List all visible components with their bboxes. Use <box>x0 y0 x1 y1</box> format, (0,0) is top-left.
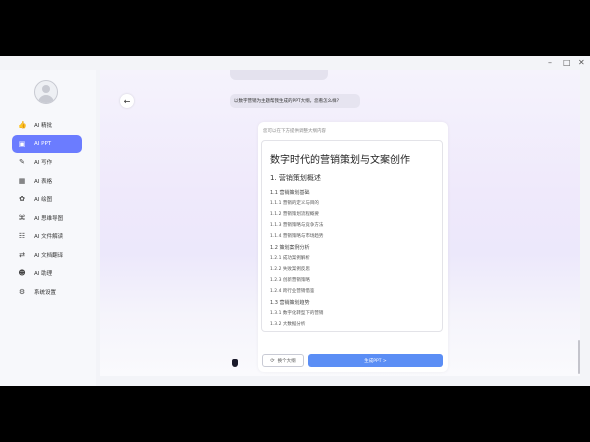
avatar-head-shape <box>42 85 50 93</box>
table-icon: ▦ <box>18 176 26 185</box>
sidebar: 👍 AI 精批 ▣ AI PPT ✎ AI 写作 ▦ AI 表格 ✿ AI 绘图 ⌘ AI 思维导图 ☷… <box>0 70 96 386</box>
sidebar-item-4[interactable]: ▦ AI 表格 <box>12 172 82 190</box>
sidebar-item-label: AI 写作 <box>34 160 53 166</box>
outline-subsection: 1.1.1 营销的定义与目的 <box>270 201 319 206</box>
sidebar-item-label: AI 文件解读 <box>34 234 64 240</box>
arrow-left-icon: ← <box>123 96 131 106</box>
outline-subsection: 1.1.2 营销策划流程概要 <box>270 212 319 217</box>
app-window: – □ ✕ 👍 AI 精批 ▣ AI PPT ✎ AI 写作 ▦ AI 表格 ✿ AI 绘图 ⌘ AI… <box>0 56 590 386</box>
thumb-up-icon: 👍 <box>18 121 27 129</box>
outline-subsection: 1.1.3 营销策略与竞争方法 <box>270 223 324 228</box>
sidebar-item-1[interactable]: 👍 AI 精批 <box>12 116 82 134</box>
outline-section: 1.2 策划案例分析 <box>270 245 310 251</box>
translate-icon: ⇄ <box>19 250 25 259</box>
sidebar-item-label: AI 绘图 <box>34 197 53 203</box>
sidebar-item-label: AI 表格 <box>34 178 53 185</box>
sidebar-item-6[interactable]: ⌘ AI 思维导图 <box>12 209 82 227</box>
sidebar-item-label: AI 文档翻译 <box>34 252 64 259</box>
title-bar: – □ ✕ <box>0 56 590 70</box>
pen-icon: ✎ <box>19 158 25 166</box>
generate-ppt-label: 生成PPT > <box>364 358 387 364</box>
sidebar-item-5[interactable]: ✿ AI 绘图 <box>12 190 82 208</box>
outline-subsection: 1.2.1 成功案例解析 <box>270 256 310 261</box>
sidebar-item-label: AI 精批 <box>34 123 53 129</box>
mindmap-icon: ⌘ <box>18 213 26 222</box>
outline-chapter-heading: 1. 营销策划概述 <box>270 174 321 182</box>
close-button[interactable]: ✕ <box>578 58 585 68</box>
maximize-button[interactable]: □ <box>563 58 571 68</box>
sidebar-item-label: 系统设置 <box>34 289 57 296</box>
file-read-icon: ☷ <box>18 232 26 240</box>
user-message-text: 以数字营销为主题帮我生成的PPT大纲，您看怎么样? <box>234 99 340 104</box>
minimize-button[interactable]: – <box>548 58 552 68</box>
outline-subsection: 1.3.1 数字化转型下的营销 <box>270 311 324 316</box>
regenerate-outline-label: 换个大纲 <box>277 358 296 364</box>
gear-icon: ⚙ <box>18 287 26 296</box>
main-panel: ← 以数字营销为主题帮我生成的PPT大纲，您看怎么样? 您可以在下方提供调整大纲… <box>100 70 580 376</box>
outline-subsection: 1.3.2 大数据分析 <box>270 322 306 327</box>
avatar[interactable] <box>34 80 58 104</box>
avatar-body-shape <box>38 95 54 103</box>
regenerate-outline-button[interactable]: ⟳ 换个大纲 <box>262 354 304 367</box>
outline-subsection: 1.2.3 创新营销策略 <box>270 278 310 283</box>
robot-icon: ☻ <box>18 269 26 277</box>
back-button[interactable]: ← <box>120 94 134 108</box>
user-message-bubble: 以数字营销为主题帮我生成的PPT大纲，您看怎么样? <box>230 94 360 108</box>
sidebar-item-10[interactable]: ⚙ 系统设置 <box>12 283 82 301</box>
outline-subsection: 1.2.2 失败案例反思 <box>270 267 310 272</box>
scrollbar[interactable] <box>578 340 580 374</box>
sidebar-item-9[interactable]: ☻ AI 助理 <box>12 264 82 282</box>
previous-message-bubble <box>230 70 328 80</box>
outline-hint: 您可以在下方提供调整大纲内容 <box>263 129 326 134</box>
sidebar-item-label: AI 助理 <box>34 271 53 277</box>
mouse-cursor <box>232 359 238 367</box>
generate-ppt-button[interactable]: 生成PPT > <box>308 354 443 367</box>
outline-section: 1.3 营销策划趋势 <box>270 300 310 306</box>
outline-card: 您可以在下方提供调整大纲内容 数字时代的营销策划与文案创作 1. 营销策划概述 … <box>258 122 448 372</box>
sidebar-item-2[interactable]: ▣ AI PPT <box>12 134 82 153</box>
sidebar-item-7[interactable]: ☷ AI 文件解读 <box>12 227 82 245</box>
refresh-icon: ⟳ <box>270 357 275 364</box>
outline-section: 1.1 营销策划基础 <box>270 190 310 196</box>
sidebar-item-label: AI PPT <box>34 140 52 147</box>
outline-title: 数字时代的营销策划与文案创作 <box>270 155 410 166</box>
paint-icon: ✿ <box>19 195 25 203</box>
outline-subsection: 1.2.4 跨行业营销借鉴 <box>270 289 315 294</box>
outline-editor[interactable]: 数字时代的营销策划与文案创作 1. 营销策划概述 1.1 营销策划基础 1.1.1… <box>261 140 443 332</box>
outline-subsection: 1.1.4 营销策略与市场趋势 <box>270 234 324 239</box>
sidebar-item-label: AI 思维导图 <box>34 215 64 222</box>
sidebar-item-8[interactable]: ⇄ AI 文档翻译 <box>12 246 82 264</box>
presentation-icon: ▣ <box>18 139 26 148</box>
sidebar-item-3[interactable]: ✎ AI 写作 <box>12 153 82 171</box>
